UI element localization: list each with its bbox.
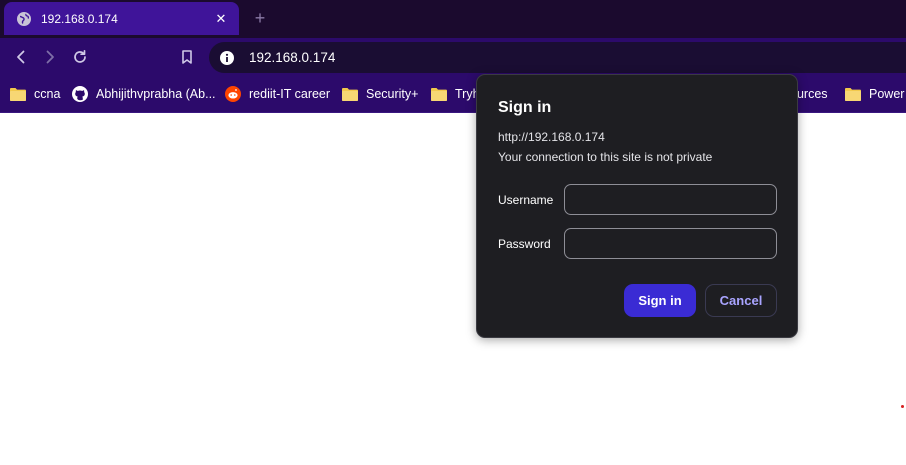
tab-strip: 192.168.0.174 ✕ + — [0, 0, 906, 38]
cancel-button[interactable]: Cancel — [705, 284, 777, 317]
username-field[interactable] — [564, 184, 777, 215]
dialog-title: Sign in — [498, 99, 552, 116]
username-label: Username — [498, 193, 554, 207]
dialog-warning: Your connection to this site is not priv… — [498, 150, 713, 164]
back-icon[interactable] — [11, 47, 31, 67]
globe-icon — [16, 11, 32, 27]
bookmark-icon[interactable] — [177, 47, 197, 67]
dialog-origin: http://192.168.0.174 — [498, 130, 605, 144]
bookmark-label: Security+ — [366, 87, 419, 101]
info-icon[interactable] — [219, 50, 235, 66]
close-tab-icon[interactable]: ✕ — [213, 11, 229, 27]
folder-icon — [431, 86, 448, 102]
bookmark-folder-ccna[interactable]: ccna — [10, 84, 60, 104]
reload-icon[interactable] — [70, 47, 90, 67]
bookmark-label: Abhijithvprabha (Ab... — [96, 87, 216, 101]
reddit-icon — [225, 86, 242, 102]
toolbar: 192.168.0.174 — [0, 38, 906, 76]
folder-icon — [342, 86, 359, 102]
bookmark-folder-power[interactable]: Power — [845, 84, 904, 104]
bookmark-github[interactable]: Abhijithvprabha (Ab... — [72, 84, 216, 104]
url-text: 192.168.0.174 — [249, 50, 336, 65]
folder-icon — [845, 86, 862, 102]
folder-icon — [10, 86, 27, 102]
active-tab[interactable]: 192.168.0.174 ✕ — [4, 2, 239, 35]
new-tab-button[interactable]: + — [249, 8, 271, 30]
forward-icon[interactable] — [40, 47, 60, 67]
tab-title: 192.168.0.174 — [41, 11, 118, 26]
password-field[interactable] — [564, 228, 777, 259]
address-bar[interactable]: 192.168.0.174 — [209, 42, 906, 73]
bookmark-label: rediit-IT career — [249, 87, 331, 101]
sign-in-button[interactable]: Sign in — [624, 284, 696, 317]
red-dot-marker — [901, 405, 904, 408]
bookmark-folder-security[interactable]: Security+ — [342, 84, 418, 104]
password-label: Password — [498, 237, 551, 251]
github-icon — [72, 86, 89, 102]
bookmark-label: ccna — [34, 87, 61, 101]
sign-in-dialog: Sign in http://192.168.0.174 Your connec… — [476, 74, 798, 338]
bookmark-label: Power — [869, 87, 905, 101]
bookmark-reddit[interactable]: rediit-IT career — [225, 84, 330, 104]
